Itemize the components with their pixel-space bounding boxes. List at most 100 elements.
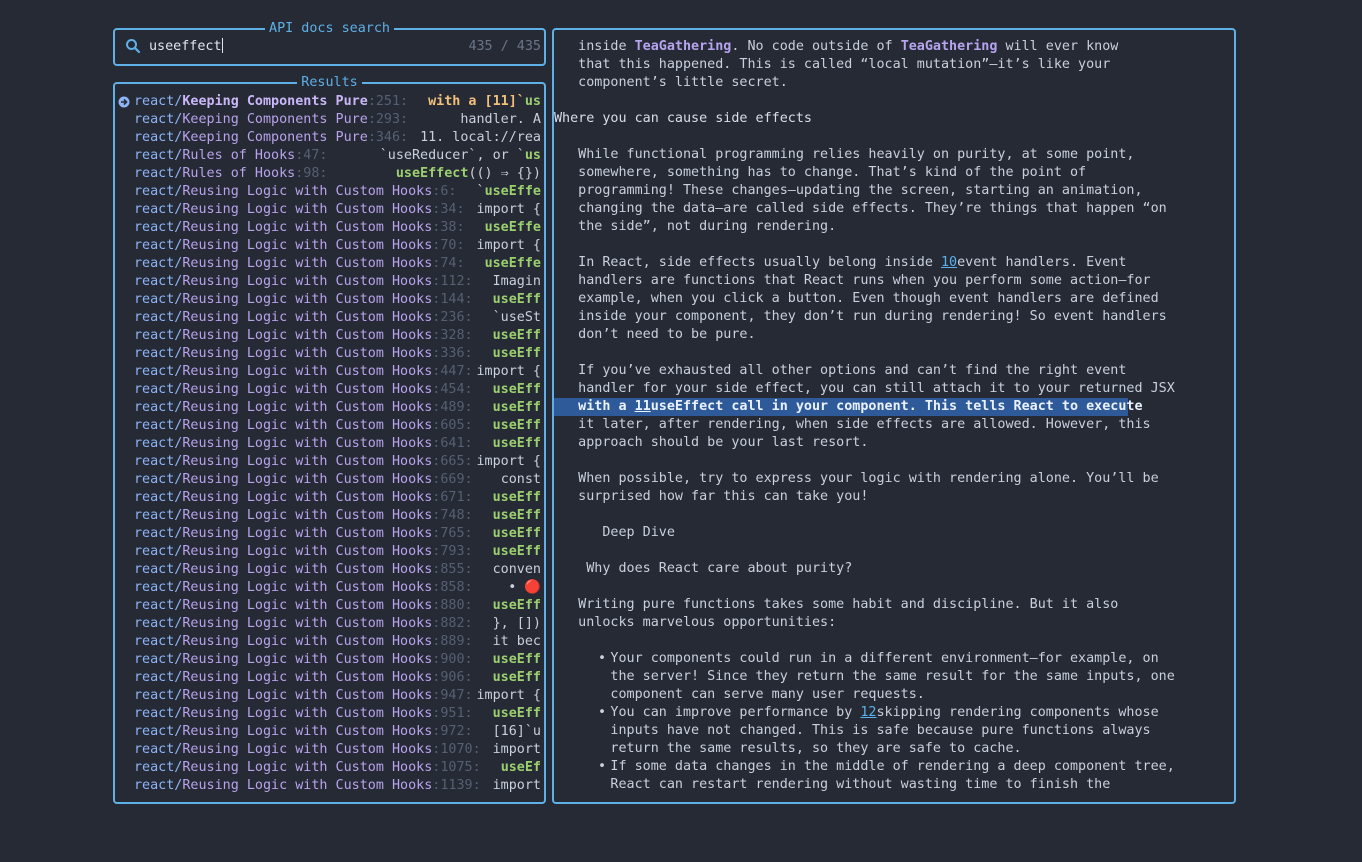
preview-line: inputs have not changed. This is safe be…	[554, 722, 1150, 740]
result-row[interactable]: react/Reusing Logic with Custom Hooks:74…	[115, 507, 544, 525]
result-line-number: :900:	[432, 652, 473, 667]
search-input[interactable]: useeffect	[149, 38, 223, 56]
result-page: Reusing Logic with Custom Hooks	[182, 274, 433, 289]
result-row[interactable]: react/Reusing Logic with Custom Hooks:95…	[115, 705, 544, 723]
result-row[interactable]: react/Rules of Hooks:47: `useReducer`, or…	[115, 147, 544, 165]
preview-line: changing the data—are called side effect…	[554, 200, 1167, 218]
result-line-number: :669:	[432, 472, 473, 487]
result-line-number: :236:	[432, 310, 473, 325]
result-row[interactable]: react/Reusing Logic with Custom Hooks:70…	[115, 237, 544, 255]
reference-link[interactable]: 10	[941, 255, 957, 270]
text-span: somewhere, something has to change. That…	[554, 165, 1087, 180]
result-page: Reusing Logic with Custom Hooks	[182, 526, 433, 541]
result-row[interactable]: react/Reusing Logic with Custom Hooks:34…	[115, 201, 544, 219]
result-row[interactable]: react/Reusing Logic with Custom Hooks:74…	[115, 255, 544, 273]
result-page: Reusing Logic with Custom Hooks	[182, 580, 433, 595]
result-row[interactable]: react/Reusing Logic with Custom Hooks:76…	[115, 525, 544, 543]
result-row[interactable]: react/Reusing Logic with Custom Hooks:94…	[115, 687, 544, 705]
snippet-text: it bec	[492, 634, 541, 649]
result-path: react/Reusing Logic with Custom Hooks:94…	[134, 687, 473, 705]
result-row[interactable]: react/Reusing Logic with Custom Hooks:66…	[115, 453, 544, 471]
result-row[interactable]: react/Keeping Components Pure:293: handle…	[115, 111, 544, 129]
result-line-number: :671:	[432, 490, 473, 505]
result-row[interactable]: react/Keeping Components Pure:346: 11. lo…	[115, 129, 544, 147]
result-row[interactable]: react/Reusing Logic with Custom Hooks:90…	[115, 669, 544, 687]
result-line-number: :1070:	[432, 742, 481, 757]
result-row[interactable]: react/Keeping Components Pure:251: with a…	[115, 93, 544, 111]
preview-panel[interactable]: inside TeaGathering. No code outside of …	[552, 28, 1236, 804]
snippet-text: 11. local://rea	[420, 130, 541, 145]
result-row[interactable]: react/Reusing Logic with Custom Hooks:23…	[115, 309, 544, 327]
result-line-number: :855:	[432, 562, 473, 577]
preview-line: In React, side effects usually belong in…	[554, 254, 1126, 272]
result-page: Reusing Logic with Custom Hooks	[182, 670, 433, 685]
text-span: the server! Since they return the same r…	[554, 669, 1175, 684]
result-snippet: import {	[477, 237, 542, 255]
result-row[interactable]: react/Reusing Logic with Custom Hooks:45…	[115, 381, 544, 399]
text-span: programming! These changes—updating the …	[554, 183, 1143, 198]
snippet-text: `useSt	[492, 310, 541, 325]
result-row[interactable]: react/Reusing Logic with Custom Hooks:60…	[115, 417, 544, 435]
result-source: react/	[134, 508, 183, 523]
result-row[interactable]: react/Reusing Logic with Custom Hooks:90…	[115, 651, 544, 669]
result-row[interactable]: react/Reusing Logic with Custom Hooks:67…	[115, 489, 544, 507]
text-span: example, when you click a button. Even t…	[554, 291, 1159, 306]
result-source: react/	[134, 418, 183, 433]
result-row[interactable]: react/Reusing Logic with Custom Hooks:66…	[115, 471, 544, 489]
result-source: react/	[134, 274, 183, 289]
result-line-number: :748:	[432, 508, 473, 523]
result-path: react/Reusing Logic with Custom Hooks:32…	[134, 327, 473, 345]
result-snippet: useEff	[493, 435, 541, 453]
preview-line: surprised how far this can take you!	[554, 488, 868, 506]
result-snippet: useEffe	[485, 219, 541, 237]
result-row[interactable]: react/Reusing Logic with Custom Hooks:85…	[115, 579, 544, 597]
result-page: Reusing Logic with Custom Hooks	[182, 652, 433, 667]
result-row[interactable]: react/Reusing Logic with Custom Hooks:48…	[115, 399, 544, 417]
result-row[interactable]: react/Reusing Logic with Custom Hooks:85…	[115, 561, 544, 579]
result-line-number: :605:	[432, 418, 473, 433]
snippet-match: useEffe	[484, 184, 541, 199]
result-row[interactable]: react/Reusing Logic with Custom Hooks:79…	[115, 543, 544, 561]
preview-line: While functional programming relies heav…	[554, 146, 1134, 164]
result-row[interactable]: react/Reusing Logic with Custom Hooks:14…	[115, 291, 544, 309]
result-row[interactable]: react/Reusing Logic with Custom Hooks:32…	[115, 327, 544, 345]
result-row[interactable]: react/Reusing Logic with Custom Hooks:10…	[115, 759, 544, 777]
reference-link[interactable]: 11	[635, 399, 651, 414]
reference-link[interactable]: 12	[860, 705, 876, 720]
result-row[interactable]: react/Reusing Logic with Custom Hooks:33…	[115, 345, 544, 363]
result-row[interactable]: react/Reusing Logic with Custom Hooks:88…	[115, 633, 544, 651]
result-snippet: useEff	[493, 381, 541, 399]
result-snippet: useEff	[493, 345, 541, 363]
result-row[interactable]: react/Reusing Logic with Custom Hooks:11…	[115, 273, 544, 291]
result-path: react/Reusing Logic with Custom Hooks:14…	[134, 291, 473, 309]
text-span: While functional programming relies heav…	[554, 147, 1135, 162]
result-row[interactable]: react/Reusing Logic with Custom Hooks:6:…	[115, 183, 544, 201]
snippet-match: useEff	[492, 670, 541, 685]
snippet-match: useEff	[492, 508, 541, 523]
text-span: When possible, try to express your logic…	[554, 471, 1159, 486]
result-row[interactable]: react/Rules of Hooks:98: useEffect(() ⇒ {…	[115, 165, 544, 183]
result-page: Reusing Logic with Custom Hooks	[182, 778, 433, 793]
bullet-marker: •	[598, 705, 607, 720]
result-row[interactable]: react/Reusing Logic with Custom Hooks:10…	[115, 741, 544, 759]
result-line-number: :144:	[432, 292, 473, 307]
snippet-text: • 🔴	[508, 580, 541, 595]
result-line-number: :906:	[432, 670, 473, 685]
result-source: react/	[134, 346, 183, 361]
preview-line: somewhere, something has to change. That…	[554, 164, 1086, 182]
result-snippet: useEff	[493, 669, 541, 687]
result-row[interactable]: react/Reusing Logic with Custom Hooks:88…	[115, 615, 544, 633]
result-row[interactable]: react/Reusing Logic with Custom Hooks:64…	[115, 435, 544, 453]
text-span: In React, side effects usually belong in…	[554, 255, 941, 270]
text-span: inside	[554, 39, 635, 54]
result-row[interactable]: react/Reusing Logic with Custom Hooks:97…	[115, 723, 544, 741]
result-row[interactable]: react/Reusing Logic with Custom Hooks:38…	[115, 219, 544, 237]
result-row[interactable]: react/Reusing Logic with Custom Hooks:44…	[115, 363, 544, 381]
result-row[interactable]: react/Reusing Logic with Custom Hooks:11…	[115, 777, 544, 795]
result-row[interactable]: react/Reusing Logic with Custom Hooks:88…	[115, 597, 544, 615]
result-snippet: import {	[477, 453, 542, 471]
result-line-number: :336:	[432, 346, 473, 361]
preview-line: When possible, try to express your logic…	[554, 470, 1159, 488]
result-source: react/	[134, 616, 183, 631]
result-path: react/Reusing Logic with Custom Hooks:11…	[134, 273, 473, 291]
